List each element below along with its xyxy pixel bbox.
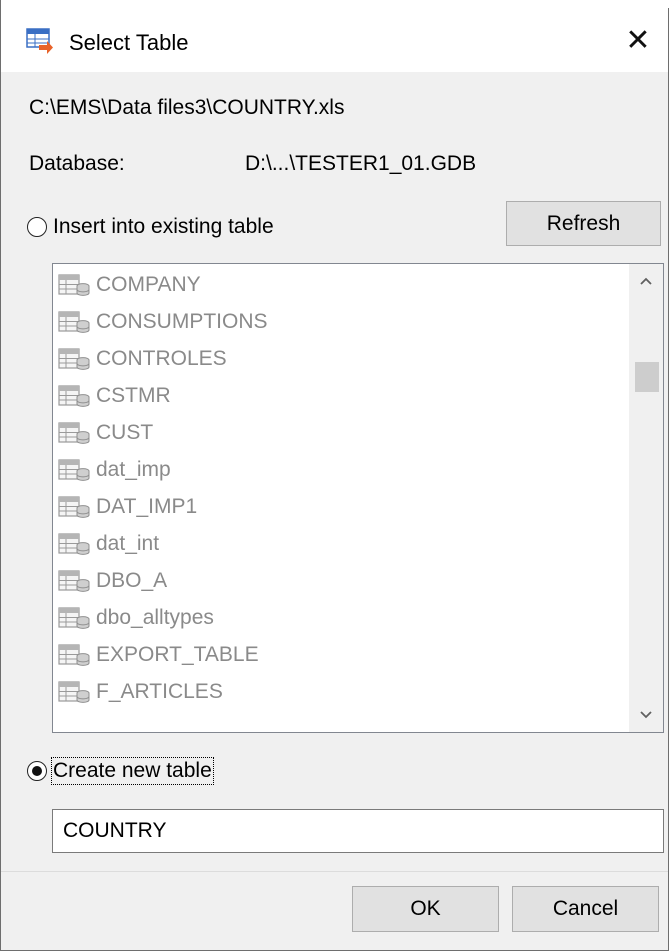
table-list-item-label: dbo_alltypes bbox=[96, 606, 214, 629]
source-file-path: C:\EMS\Data files3\COUNTRY.xls bbox=[29, 96, 345, 119]
table-list-item[interactable]: CSTMR bbox=[58, 378, 171, 414]
table-list-item[interactable]: F_ARTICLES bbox=[58, 674, 223, 710]
dialog-title: Select Table bbox=[69, 30, 189, 55]
insert-existing-label[interactable]: Insert into existing table bbox=[53, 215, 274, 239]
table-list-item[interactable]: CONTROLES bbox=[58, 341, 227, 377]
table-icon bbox=[58, 681, 90, 703]
table-list-item[interactable]: dat_imp bbox=[58, 452, 171, 488]
button-bar-separator bbox=[1, 871, 668, 872]
table-list-item-label: CSTMR bbox=[96, 384, 171, 407]
table-list-item[interactable]: DBO_A bbox=[58, 563, 167, 599]
table-icon bbox=[58, 422, 90, 444]
select-table-dialog: Select Table ✕ C:\EMS\Data files3\COUNTR… bbox=[0, 0, 669, 951]
create-new-radio[interactable] bbox=[27, 761, 47, 781]
table-icon bbox=[58, 607, 90, 629]
table-list-item[interactable]: dat_int bbox=[58, 526, 159, 562]
new-table-name-input[interactable]: COUNTRY bbox=[52, 809, 664, 853]
insert-existing-option[interactable]: Insert into existing table bbox=[27, 215, 274, 239]
refresh-button[interactable]: Refresh bbox=[506, 201, 661, 246]
table-icon bbox=[58, 570, 90, 592]
table-list-item-label: dat_int bbox=[96, 532, 160, 555]
cancel-button[interactable]: Cancel bbox=[512, 886, 659, 932]
table-list-item[interactable]: COMPANY bbox=[58, 267, 201, 303]
table-list-item-label: CUST bbox=[96, 421, 154, 444]
window-top-edge bbox=[1, 0, 669, 8]
insert-existing-radio[interactable] bbox=[27, 217, 47, 237]
table-list-item[interactable]: DAT_IMP1 bbox=[58, 489, 197, 525]
table-list-item-label: EXPORT_TABLE bbox=[96, 643, 259, 666]
table-icon bbox=[58, 274, 90, 296]
table-list-item[interactable]: EXPORT_TABLE bbox=[58, 637, 259, 673]
new-table-name-value: COUNTRY bbox=[63, 819, 167, 842]
title-bar[interactable]: Select Table ✕ bbox=[1, 8, 668, 72]
table-icon bbox=[58, 533, 90, 555]
close-button[interactable]: ✕ bbox=[608, 8, 668, 72]
database-label: Database: bbox=[29, 152, 125, 175]
table-list-item-label: dat_imp bbox=[96, 458, 171, 481]
chevron-down-icon bbox=[640, 711, 652, 719]
table-list-item-label: DAT_IMP1 bbox=[96, 495, 198, 518]
table-list-item[interactable]: CONSUMPTIONS bbox=[58, 304, 268, 340]
ok-button[interactable]: OK bbox=[352, 886, 499, 932]
table-list-item-label: DBO_A bbox=[96, 569, 168, 592]
scroll-thumb[interactable] bbox=[635, 362, 659, 392]
table-icon bbox=[58, 459, 90, 481]
table-list-item-label: F_ARTICLES bbox=[96, 680, 223, 703]
ok-button-label: OK bbox=[410, 897, 441, 920]
table-list-item[interactable]: dbo_alltypes bbox=[58, 600, 214, 636]
close-icon: ✕ bbox=[625, 23, 651, 57]
existing-tables-list[interactable]: COMPANY CONSUMPTIONS CONTROLES CSTMR CUST dat… bbox=[52, 263, 664, 733]
refresh-button-label: Refresh bbox=[546, 211, 621, 235]
create-new-option[interactable]: Create new table bbox=[27, 757, 214, 785]
table-list-item-label: CONSUMPTIONS bbox=[96, 310, 268, 333]
scroll-up-button[interactable] bbox=[629, 264, 663, 298]
table-list-item-label: CONTROLES bbox=[96, 347, 227, 370]
table-list-item[interactable]: CUST bbox=[58, 415, 153, 451]
list-scrollbar[interactable] bbox=[629, 264, 663, 732]
select-table-app-icon bbox=[26, 28, 53, 54]
table-icon bbox=[58, 311, 90, 333]
table-icon bbox=[58, 644, 90, 666]
database-value: D:\...\TESTER1_01.GDB bbox=[245, 152, 477, 175]
table-icon bbox=[58, 496, 90, 518]
table-list-item-label: COMPANY bbox=[96, 273, 201, 296]
table-icon bbox=[58, 385, 90, 407]
scroll-down-button[interactable] bbox=[629, 698, 663, 732]
table-icon bbox=[58, 348, 90, 370]
create-new-label[interactable]: Create new table bbox=[51, 757, 214, 785]
chevron-up-icon bbox=[640, 277, 652, 285]
cancel-button-label: Cancel bbox=[552, 897, 619, 920]
